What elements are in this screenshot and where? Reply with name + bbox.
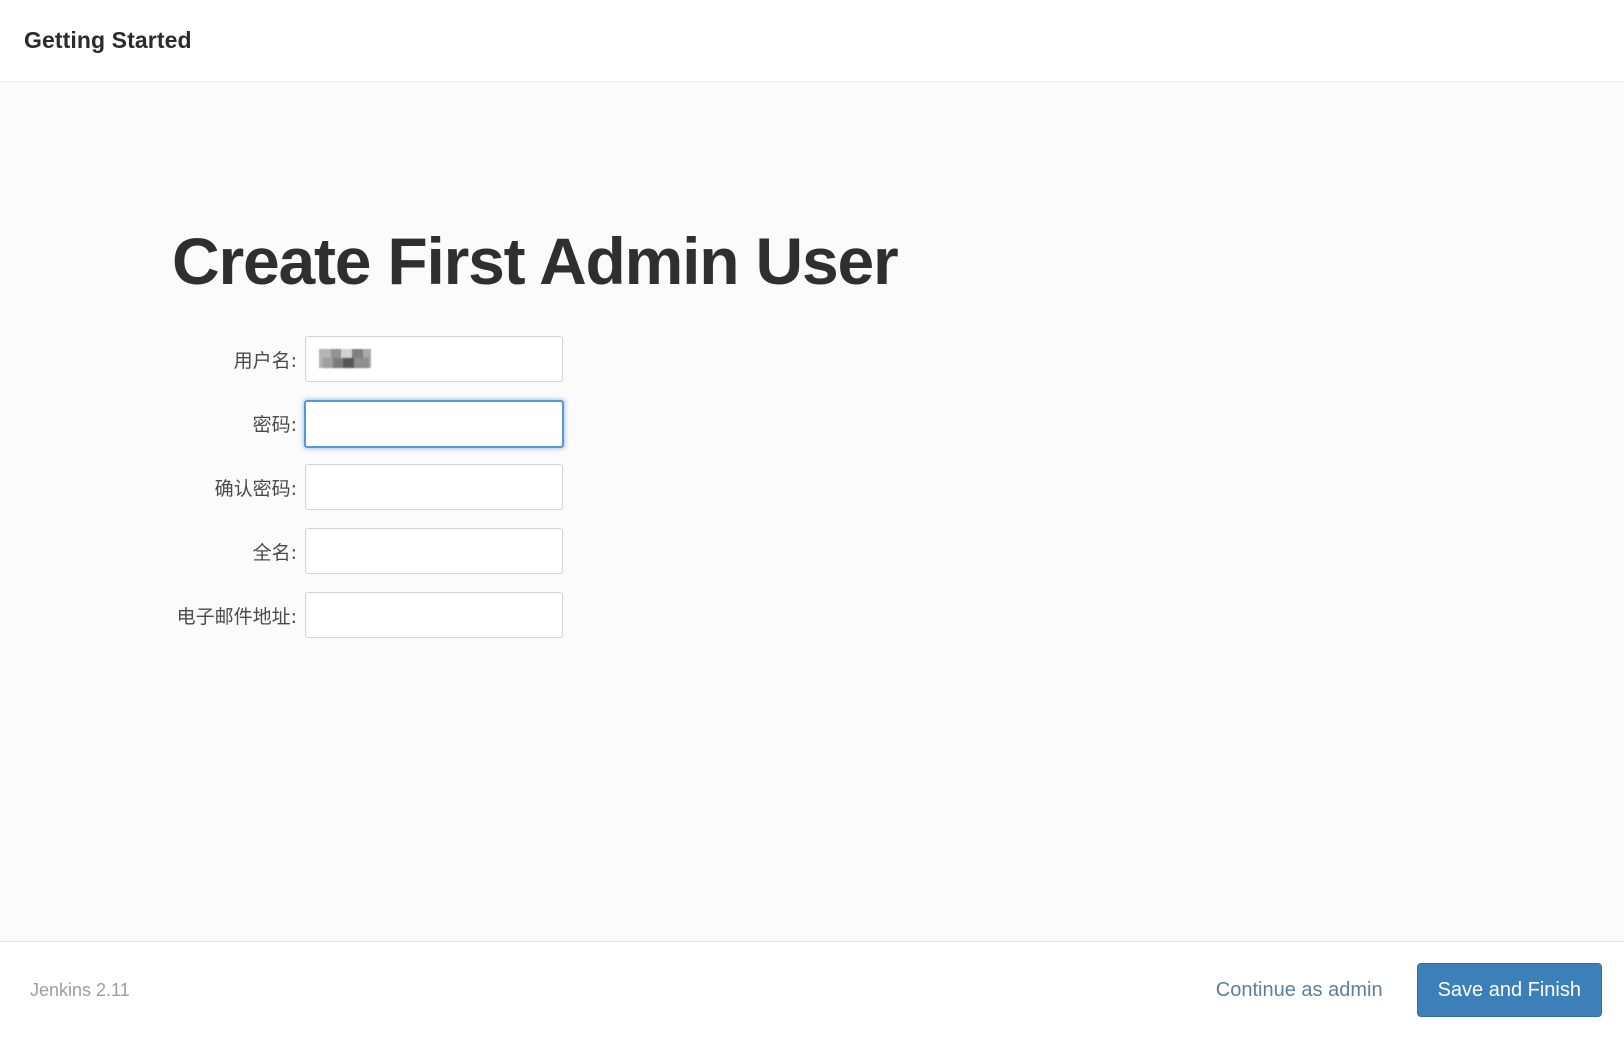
admin-user-form: 用户名: 密码: 确认密码: 全名: 电子邮件地址: xyxy=(0,336,1624,656)
continue-as-admin-link[interactable]: Continue as admin xyxy=(1216,979,1383,1002)
page-header-title: Getting Started xyxy=(24,27,192,53)
form-row-confirm-password: 确认密码: xyxy=(0,464,1624,510)
form-row-email: 电子邮件地址: xyxy=(0,592,1624,638)
confirm-password-input[interactable] xyxy=(305,464,563,510)
label-password: 密码: xyxy=(252,413,297,436)
field-wrap-password xyxy=(304,400,564,448)
email-input[interactable] xyxy=(305,592,563,638)
form-row-password: 密码: xyxy=(0,400,1624,448)
form-row-username: 用户名: xyxy=(0,336,1624,382)
field-wrap-username xyxy=(305,336,563,382)
wizard-body: Create First Admin User 用户名: 密码: 确认密码: 全名: 电… xyxy=(0,82,1624,942)
username-input[interactable] xyxy=(305,336,563,382)
save-and-finish-button[interactable]: Save and Finish xyxy=(1416,963,1602,1017)
page-title: Create First Admin User xyxy=(172,224,899,298)
field-wrap-fullname xyxy=(305,528,563,574)
field-wrap-email xyxy=(305,592,563,638)
setup-wizard: Getting Started Create First Admin User … xyxy=(0,0,1624,1038)
wizard-footer: Jenkins 2.11 Continue as admin Save and … xyxy=(0,942,1624,1038)
label-confirm-password: 确认密码: xyxy=(214,477,297,500)
label-username: 用户名: xyxy=(233,349,297,372)
label-fullname: 全名: xyxy=(252,541,297,564)
jenkins-version-label: Jenkins 2.11 xyxy=(30,979,130,1000)
label-email: 电子邮件地址: xyxy=(176,605,297,628)
wizard-header: Getting Started xyxy=(0,0,1624,82)
password-input[interactable] xyxy=(304,400,564,448)
field-wrap-confirm-password xyxy=(305,464,563,510)
form-row-fullname: 全名: xyxy=(0,528,1624,574)
fullname-input[interactable] xyxy=(305,528,563,574)
